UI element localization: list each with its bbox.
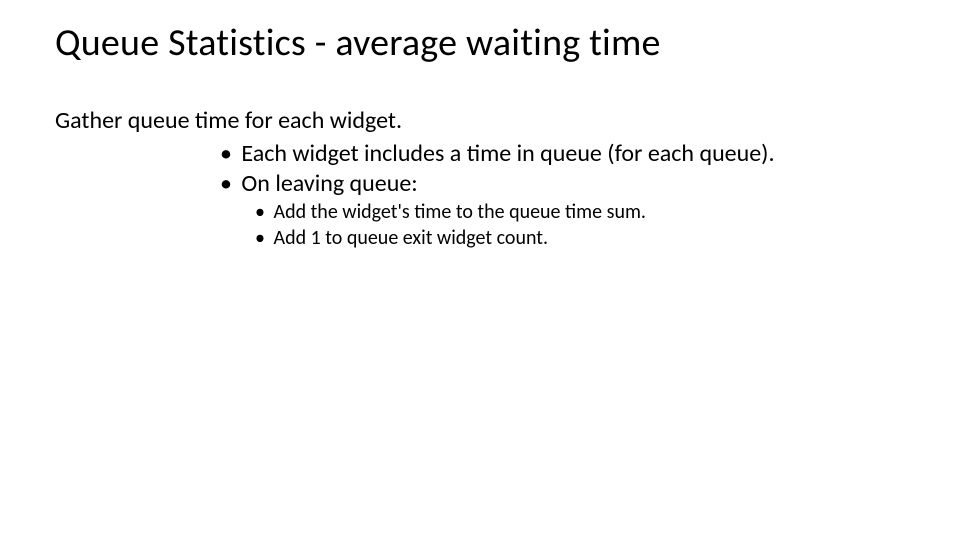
bullet-icon: • (220, 139, 232, 169)
bullet-icon: • (255, 225, 265, 251)
list-item: • Add the widget's time to the queue tim… (255, 199, 905, 225)
list-item: • Each widget includes a time in queue (… (220, 139, 905, 169)
bullet-text: On leaving queue: (241, 169, 417, 198)
bullet-text: Each widget includes a time in queue (fo… (241, 139, 774, 168)
slide-title: Queue Statistics - average waiting time (55, 20, 905, 66)
bullet-text: Add the widget's time to the queue time … (274, 200, 646, 224)
bullet-icon: • (255, 199, 265, 225)
bullet-text: Add 1 to queue exit widget count. (274, 226, 549, 250)
intro-text: Gather queue time for each widget. (55, 106, 905, 135)
list-item: • Add 1 to queue exit widget count. (255, 225, 905, 251)
list-item: • On leaving queue: (220, 169, 905, 199)
bullet-icon: • (220, 169, 232, 199)
